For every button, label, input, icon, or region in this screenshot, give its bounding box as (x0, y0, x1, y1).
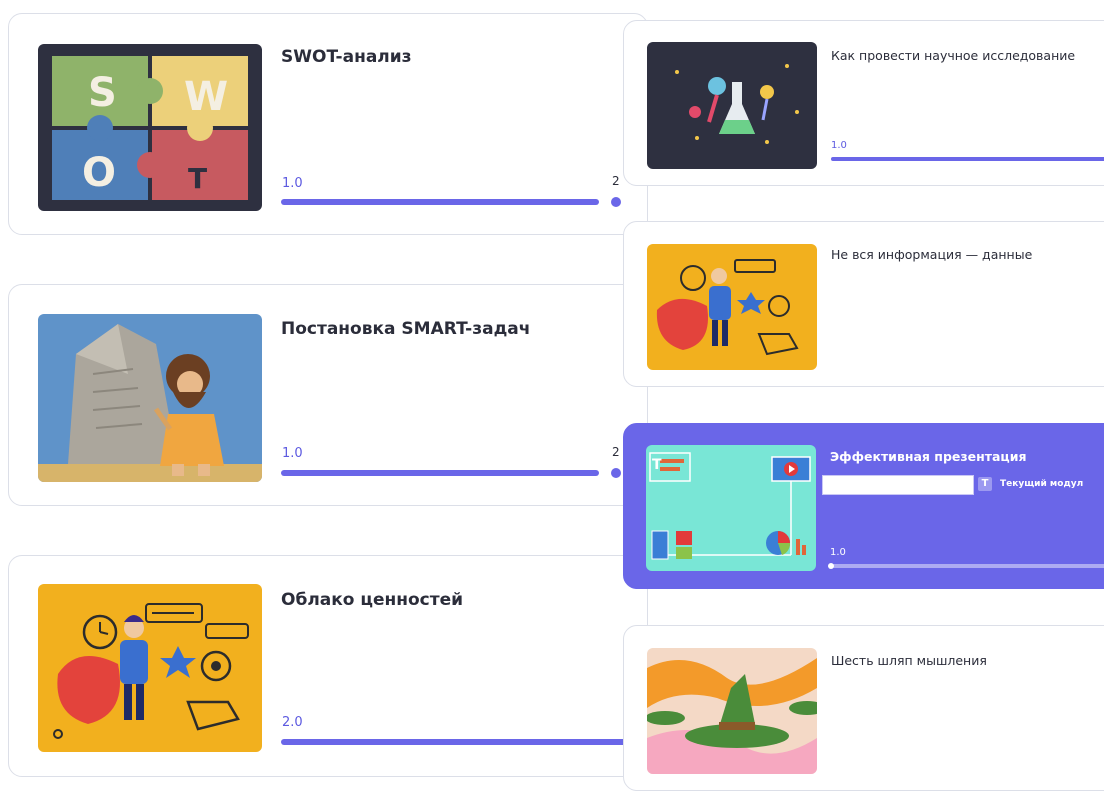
values-cloud-icon (38, 584, 262, 752)
course-version: 1.0 (282, 446, 303, 461)
course-version: 1.0 (830, 547, 846, 558)
course-title: Не вся информация — данные (831, 247, 1033, 262)
course-title: SWOT-анализ (281, 47, 412, 67)
swot-puzzle-icon: S W O T (38, 44, 262, 211)
data-person-icon (647, 244, 817, 370)
science-lab-icon (647, 42, 817, 169)
progress-bar (831, 157, 1104, 161)
course-version: 1.0 (282, 176, 303, 191)
course-card-values-cloud[interactable]: Облако ценностей 2.0 (8, 555, 648, 777)
course-card-data[interactable]: Не вся информация — данные (623, 221, 1104, 387)
course-card-research[interactable]: Как провести научное исследование 1.0 (623, 20, 1104, 186)
progress-bar (829, 564, 1104, 568)
course-card-smart[interactable]: Постановка SMART-задач 1.0 2 (8, 284, 648, 506)
progress-bar (281, 199, 599, 205)
progress-bar (281, 739, 641, 745)
next-version-label: 2 (612, 174, 620, 188)
course-card-six-hats[interactable]: Шесть шляп мышления (623, 625, 1104, 791)
swot-letter-w: W (184, 74, 228, 120)
progress-dot (828, 563, 834, 569)
course-card-presentation[interactable]: T Эффективная презентация T Текущий моду… (623, 423, 1104, 589)
progress-bar (281, 470, 599, 476)
course-title: Шесть шляп мышления (831, 653, 987, 668)
swot-letter-t: T (188, 162, 207, 195)
course-title: Облако ценностей (281, 590, 464, 610)
course-title: Как провести научное исследование (831, 48, 1076, 63)
next-version-label: 2 (612, 445, 620, 459)
swot-letter-s: S (88, 70, 117, 116)
swot-letter-o: O (82, 150, 116, 196)
progress-dot (611, 468, 621, 478)
course-card-swot[interactable]: S W O T SWOT-анализ 1.0 2 (8, 13, 648, 235)
course-version: 1.0 (831, 140, 847, 151)
wizard-hat-icon (647, 648, 817, 774)
stone-tablet-caveman-icon (38, 314, 262, 482)
text-badge-icon: T (978, 477, 992, 491)
course-version: 2.0 (282, 715, 303, 730)
svg-text:T: T (652, 457, 662, 473)
course-title: Постановка SMART-задач (281, 319, 531, 339)
progress-dot (611, 197, 621, 207)
presentation-slide-icon: T (646, 445, 816, 571)
current-module-field[interactable] (822, 475, 974, 495)
course-title: Эффективная презентация (830, 449, 1027, 464)
current-module-label: Текущий модул (1000, 479, 1084, 489)
